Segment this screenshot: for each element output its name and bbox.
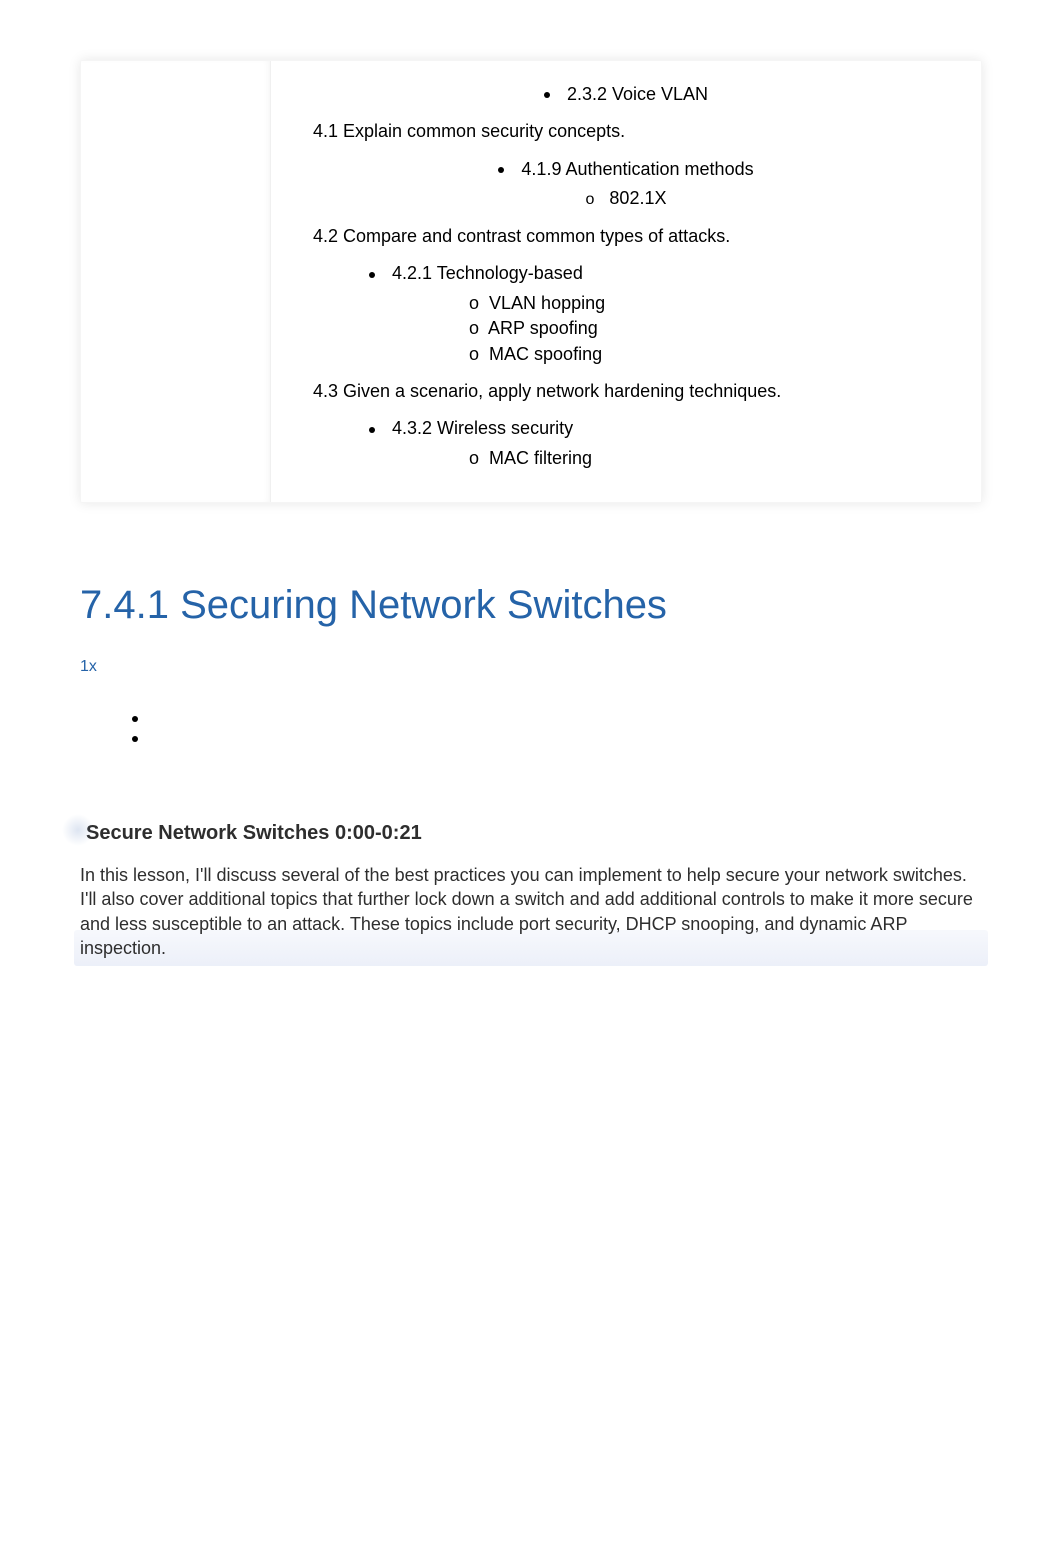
bullet-list (80, 716, 982, 742)
objective-section: 4.3 Given a scenario, apply network hard… (301, 380, 951, 403)
transcript-body: In this lesson, I'll discuss several of … (80, 863, 982, 960)
circle-bullet: o (586, 191, 595, 208)
bullet-icon (498, 167, 504, 173)
objective-item: 2.3.2 Voice VLAN (301, 83, 951, 106)
objectives-content: 2.3.2 Voice VLAN 4.1 Explain common secu… (271, 61, 981, 502)
bullet-icon (132, 716, 138, 722)
sub-label: MAC spoofing (489, 344, 602, 364)
sub-label: 802.1X (609, 188, 666, 208)
page-title: 7.4.1 Securing Network Switches (80, 583, 982, 628)
circle-bullet: o (469, 318, 479, 338)
objectives-panel: 2.3.2 Voice VLAN 4.1 Explain common secu… (80, 60, 982, 503)
objective-section: 4.2 Compare and contrast common types of… (301, 225, 951, 248)
objective-subitem: o 802.1X (301, 187, 951, 211)
obj-label: 4.1.9 Authentication methods (521, 159, 753, 179)
objective-sublist: o MAC filtering (301, 447, 951, 470)
highlight-overlay (74, 930, 988, 966)
objective-item: 4.1.9 Authentication methods (301, 158, 951, 181)
bullet-icon (544, 92, 550, 98)
transcript-text: In this lesson, I'll discuss several of … (80, 865, 973, 958)
circle-bullet: o (469, 344, 479, 364)
transcript-heading: Secure Network Switches 0:00-0:21 (80, 822, 982, 845)
obj-label: 4.3.2 Wireless security (392, 418, 573, 438)
bullet-icon (132, 736, 138, 742)
objective-item: 4.3.2 Wireless security (301, 417, 951, 440)
objective-subitem: o VLAN hopping (469, 292, 951, 315)
bullet-icon (369, 272, 375, 278)
objective-item: 4.2.1 Technology-based (301, 262, 951, 285)
circle-bullet: o (469, 293, 479, 313)
circle-bullet: o (469, 448, 479, 468)
sub-label: MAC filtering (489, 448, 592, 468)
obj-label: 2.3.2 Voice VLAN (567, 84, 708, 104)
objective-subitem: o ARP spoofing (469, 317, 951, 340)
objective-section: 4.1 Explain common security concepts. (301, 120, 951, 143)
obj-label: 4.2.1 Technology-based (392, 263, 583, 283)
sub-label: VLAN hopping (489, 293, 605, 313)
sub-label: ARP spoofing (488, 318, 598, 338)
bullet-icon (369, 427, 375, 433)
objective-sublist: o VLAN hopping o ARP spoofing o MAC spoo… (301, 292, 951, 366)
objective-subitem: o MAC filtering (469, 447, 951, 470)
objectives-left-col (81, 61, 271, 502)
playback-speed[interactable]: 1x (80, 658, 982, 676)
objective-subitem: o MAC spoofing (469, 343, 951, 366)
